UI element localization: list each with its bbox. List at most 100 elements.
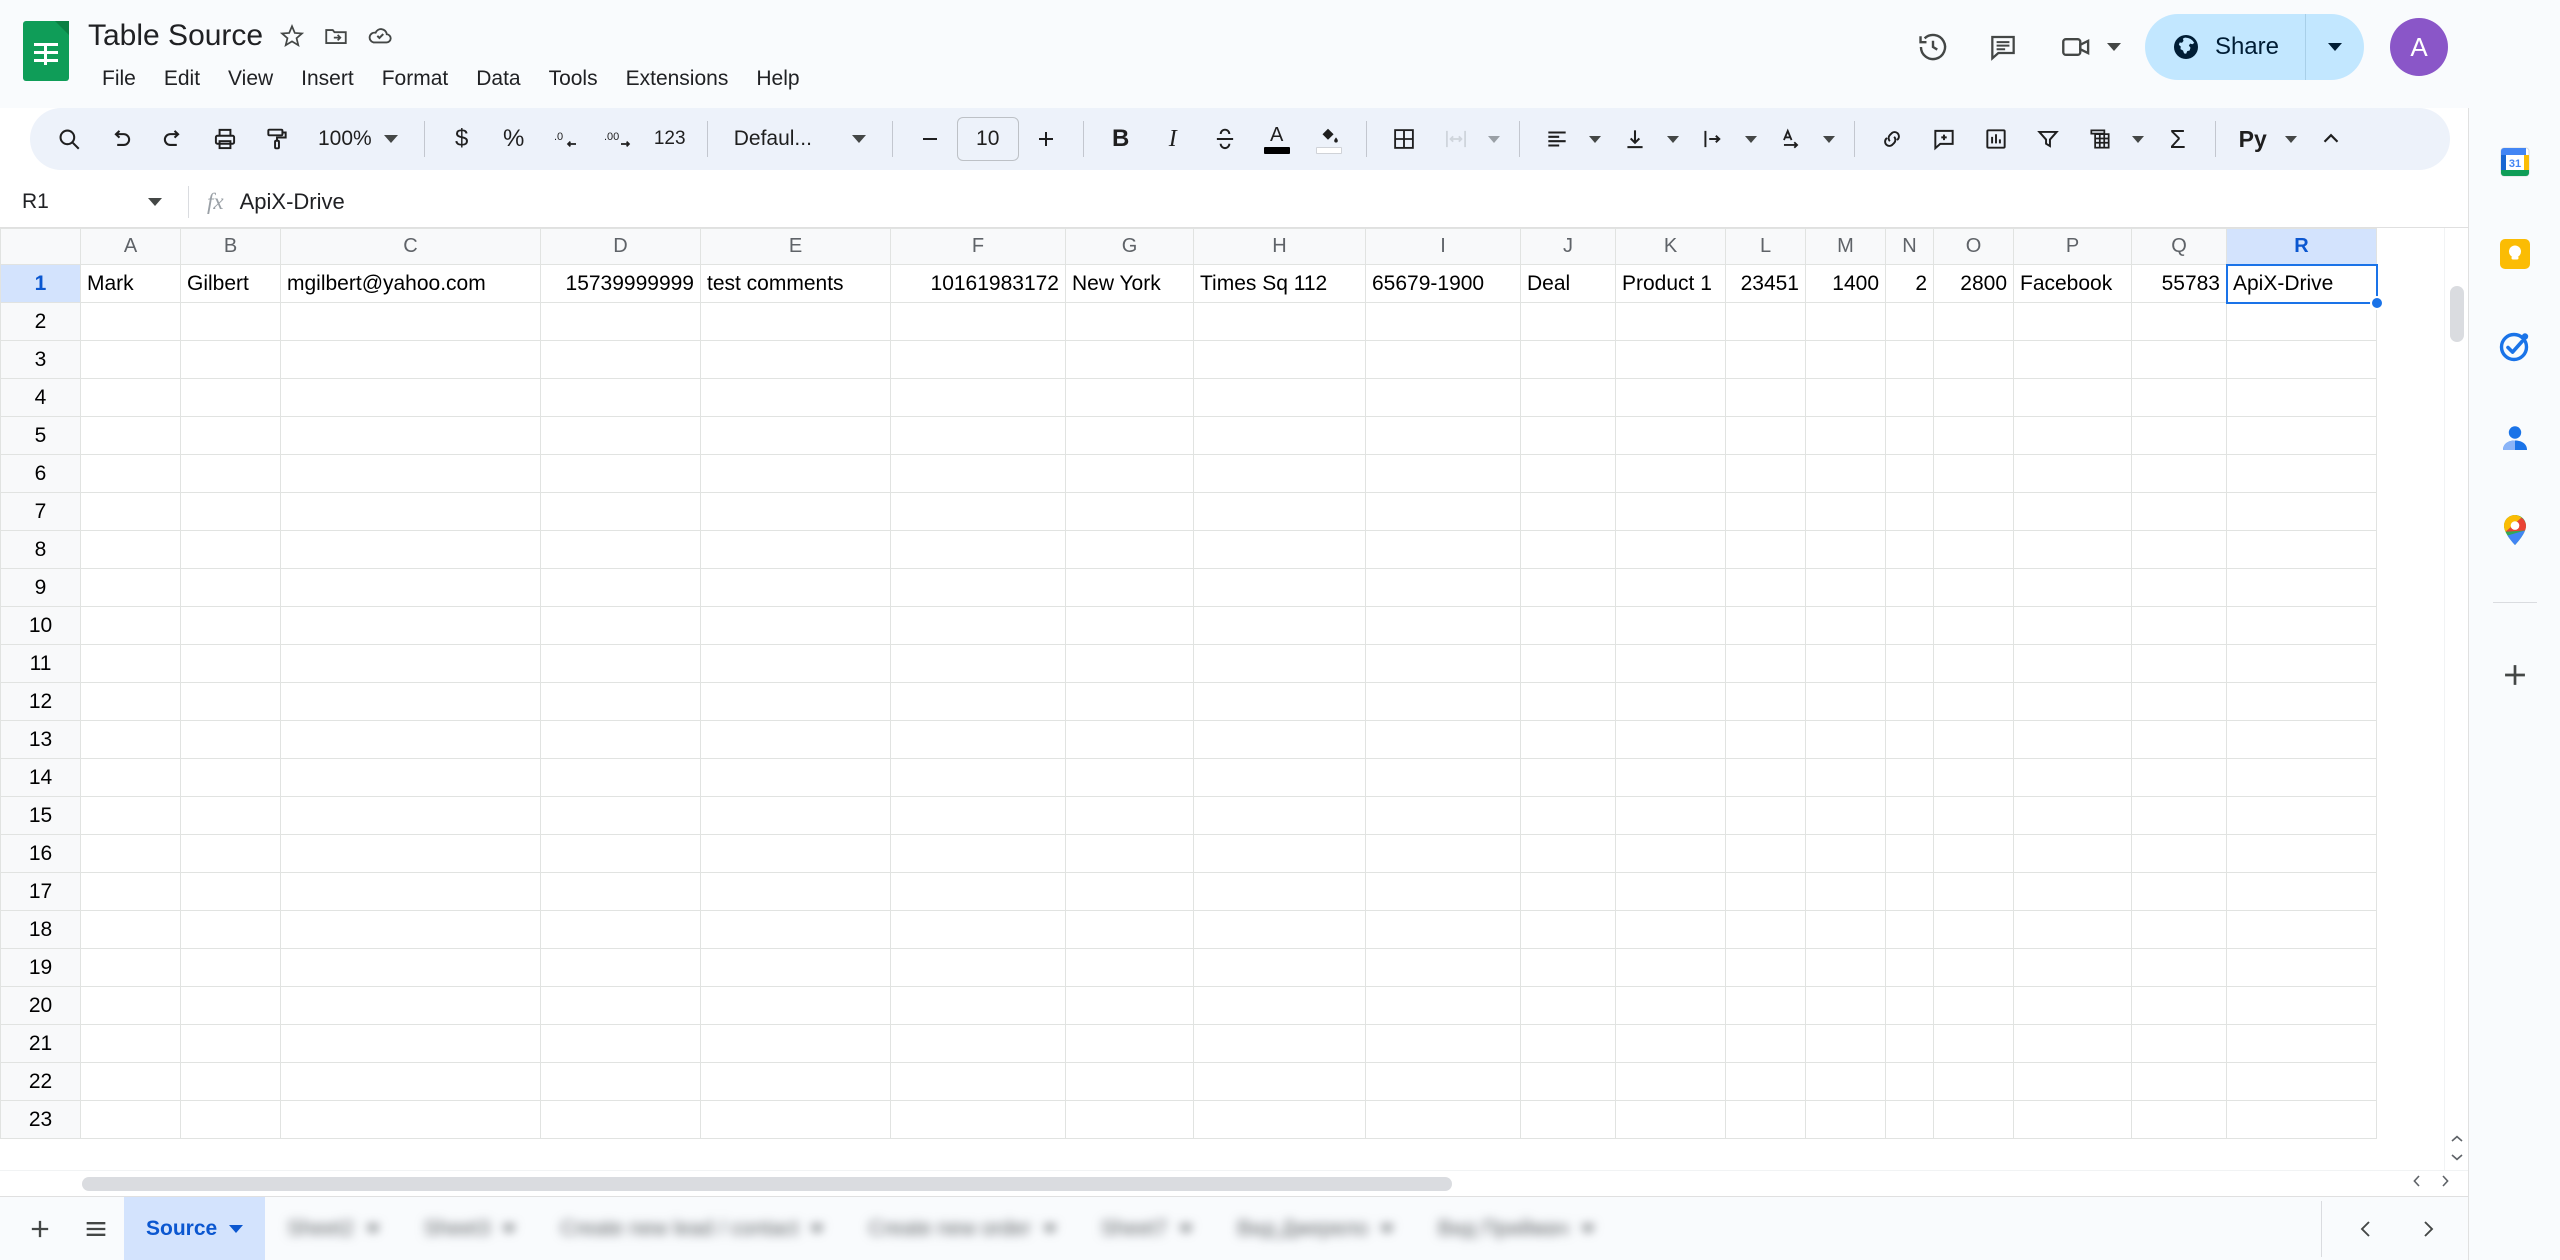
cell-l5[interactable] — [1725, 416, 1806, 455]
cell-m6[interactable] — [1805, 454, 1886, 493]
cell-k18[interactable] — [1615, 910, 1726, 949]
cell-r11[interactable] — [2226, 644, 2377, 683]
cell-a15[interactable] — [80, 796, 181, 835]
cell-b4[interactable] — [180, 378, 281, 417]
cell-f21[interactable] — [890, 1024, 1066, 1063]
cell-r4[interactable] — [2226, 378, 2377, 417]
decrease-font-size-button[interactable] — [905, 114, 955, 164]
cell-c15[interactable] — [280, 796, 541, 835]
cell-f14[interactable] — [890, 758, 1066, 797]
borders-icon[interactable] — [1379, 114, 1429, 164]
column-header-i[interactable]: I — [1365, 228, 1521, 265]
cell-a4[interactable] — [80, 378, 181, 417]
cell-m2[interactable] — [1805, 302, 1886, 341]
cell-b15[interactable] — [180, 796, 281, 835]
column-header-m[interactable]: M — [1805, 228, 1886, 265]
cell-p6[interactable] — [2013, 454, 2132, 493]
cell-r7[interactable] — [2226, 492, 2377, 531]
row-header-16[interactable]: 16 — [0, 834, 81, 873]
cell-j22[interactable] — [1520, 1062, 1616, 1101]
cell-d19[interactable] — [540, 948, 701, 987]
cell-e5[interactable] — [700, 416, 891, 455]
row-header-2[interactable]: 2 — [0, 302, 81, 341]
cell-e16[interactable] — [700, 834, 891, 873]
cell-n6[interactable] — [1885, 454, 1934, 493]
cell-k15[interactable] — [1615, 796, 1726, 835]
cell-n21[interactable] — [1885, 1024, 1934, 1063]
wrap-chevron-down-icon[interactable] — [1738, 114, 1764, 164]
cell-n16[interactable] — [1885, 834, 1934, 873]
cell-j20[interactable] — [1520, 986, 1616, 1025]
row-header-9[interactable]: 9 — [0, 568, 81, 607]
cell-l1[interactable]: 23451 — [1725, 264, 1806, 303]
cell-n23[interactable] — [1885, 1100, 1934, 1139]
cell-g13[interactable] — [1065, 720, 1194, 759]
cell-i2[interactable] — [1365, 302, 1521, 341]
cell-j16[interactable] — [1520, 834, 1616, 873]
cell-e9[interactable] — [700, 568, 891, 607]
cell-d2[interactable] — [540, 302, 701, 341]
cell-h2[interactable] — [1193, 302, 1366, 341]
cell-h12[interactable] — [1193, 682, 1366, 721]
cell-e1[interactable]: test comments — [700, 264, 891, 303]
cell-n8[interactable] — [1885, 530, 1934, 569]
cell-j13[interactable] — [1520, 720, 1616, 759]
cell-a8[interactable] — [80, 530, 181, 569]
functions-icon[interactable]: Σ — [2153, 114, 2203, 164]
column-header-g[interactable]: G — [1065, 228, 1194, 265]
column-header-e[interactable]: E — [700, 228, 891, 265]
cell-a14[interactable] — [80, 758, 181, 797]
cell-d13[interactable] — [540, 720, 701, 759]
google-keep-icon[interactable] — [2491, 230, 2539, 278]
cell-r18[interactable] — [2226, 910, 2377, 949]
cell-p11[interactable] — [2013, 644, 2132, 683]
cell-j6[interactable] — [1520, 454, 1616, 493]
cell-n11[interactable] — [1885, 644, 1934, 683]
cell-b23[interactable] — [180, 1100, 281, 1139]
text-wrapping-button[interactable] — [1688, 114, 1764, 164]
cell-o15[interactable] — [1933, 796, 2014, 835]
cell-q5[interactable] — [2131, 416, 2227, 455]
cell-h19[interactable] — [1193, 948, 1366, 987]
row-header-5[interactable]: 5 — [0, 416, 81, 455]
cell-g10[interactable] — [1065, 606, 1194, 645]
share-chevron-down-icon[interactable] — [2306, 14, 2364, 80]
vertical-align-icon[interactable] — [1610, 114, 1660, 164]
cell-g18[interactable] — [1065, 910, 1194, 949]
text-wrapping-icon[interactable] — [1688, 114, 1738, 164]
cell-p14[interactable] — [2013, 758, 2132, 797]
column-header-j[interactable]: J — [1520, 228, 1616, 265]
cell-p18[interactable] — [2013, 910, 2132, 949]
cell-a2[interactable] — [80, 302, 181, 341]
cell-j12[interactable] — [1520, 682, 1616, 721]
cell-i6[interactable] — [1365, 454, 1521, 493]
cell-o4[interactable] — [1933, 378, 2014, 417]
cell-h8[interactable] — [1193, 530, 1366, 569]
cell-h3[interactable] — [1193, 340, 1366, 379]
cell-q7[interactable] — [2131, 492, 2227, 531]
cell-f18[interactable] — [890, 910, 1066, 949]
scroll-right-icon[interactable] — [2438, 1174, 2452, 1193]
cell-i21[interactable] — [1365, 1024, 1521, 1063]
cell-p10[interactable] — [2013, 606, 2132, 645]
cell-l4[interactable] — [1725, 378, 1806, 417]
all-sheets-icon[interactable] — [68, 1201, 124, 1257]
row-header-8[interactable]: 8 — [0, 530, 81, 569]
cell-q14[interactable] — [2131, 758, 2227, 797]
cell-f5[interactable] — [890, 416, 1066, 455]
cell-k2[interactable] — [1615, 302, 1726, 341]
cell-h23[interactable] — [1193, 1100, 1366, 1139]
cell-l3[interactable] — [1725, 340, 1806, 379]
cell-c17[interactable] — [280, 872, 541, 911]
cell-o22[interactable] — [1933, 1062, 2014, 1101]
cell-o2[interactable] — [1933, 302, 2014, 341]
horizontal-scroll-track[interactable] — [82, 1176, 2394, 1191]
row-header-7[interactable]: 7 — [0, 492, 81, 531]
cell-i16[interactable] — [1365, 834, 1521, 873]
python-label[interactable]: Py — [2228, 114, 2278, 164]
cell-o9[interactable] — [1933, 568, 2014, 607]
cell-j2[interactable] — [1520, 302, 1616, 341]
cell-k8[interactable] — [1615, 530, 1726, 569]
cell-m22[interactable] — [1805, 1062, 1886, 1101]
cell-c18[interactable] — [280, 910, 541, 949]
